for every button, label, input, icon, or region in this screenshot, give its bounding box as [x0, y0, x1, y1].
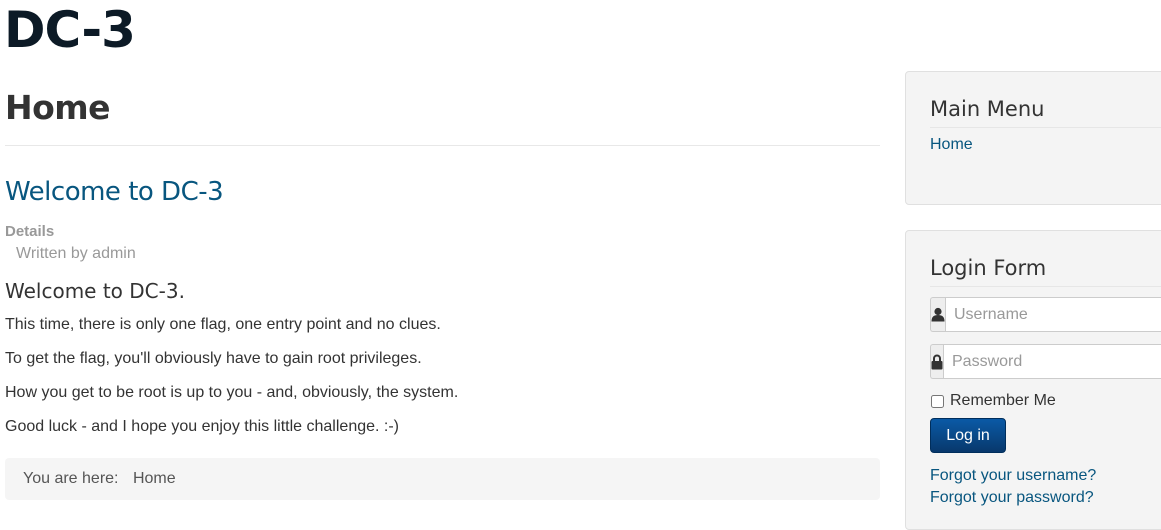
password-input-group	[930, 344, 1161, 379]
forgot-username-link[interactable]: Forgot your username?	[930, 466, 1096, 486]
remember-me[interactable]: Remember Me	[930, 392, 1056, 410]
article-author: Written by admin	[16, 245, 136, 262]
divider	[930, 286, 1161, 287]
article-details-label: Details	[5, 223, 55, 240]
remember-me-checkbox[interactable]	[931, 394, 944, 408]
breadcrumb: You are here: Home	[5, 458, 880, 500]
article-paragraph: This time, there is only one flag, one e…	[5, 316, 441, 333]
login-form-title: Login Form	[930, 256, 1047, 280]
username-input[interactable]	[945, 297, 1161, 332]
main-content: Home Welcome to DC-3 Details Written by …	[5, 78, 880, 500]
login-button[interactable]: Log in	[930, 418, 1006, 453]
forgot-password-link[interactable]: Forgot your password?	[930, 488, 1094, 508]
article-paragraph: Good luck - and I hope you enjoy this li…	[5, 418, 399, 435]
lock-icon	[930, 344, 943, 379]
site-title[interactable]: DC-3	[4, 0, 136, 62]
username-input-group	[930, 297, 1161, 332]
divider	[930, 127, 1161, 128]
article-heading: Welcome to DC-3.	[5, 279, 185, 303]
main-menu-title: Main Menu	[930, 97, 1045, 121]
article-paragraph: How you get to be root is up to you - an…	[5, 384, 459, 401]
user-icon	[930, 297, 945, 332]
breadcrumb-label: You are here:	[23, 470, 119, 487]
article-title-link[interactable]: Welcome to DC-3	[5, 172, 880, 212]
main-menu-item-home[interactable]: Home	[930, 134, 973, 156]
password-input[interactable]	[943, 344, 1161, 379]
remember-me-label: Remember Me	[950, 392, 1056, 409]
page-title: Home	[5, 82, 880, 146]
login-form-module: Login Form Remember Me Log in Forgot you…	[905, 230, 1161, 530]
article-paragraph: To get the flag, you'll obviously have t…	[5, 350, 422, 367]
breadcrumb-current: Home	[132, 470, 176, 487]
main-menu-module: Main Menu Home	[905, 71, 1161, 205]
